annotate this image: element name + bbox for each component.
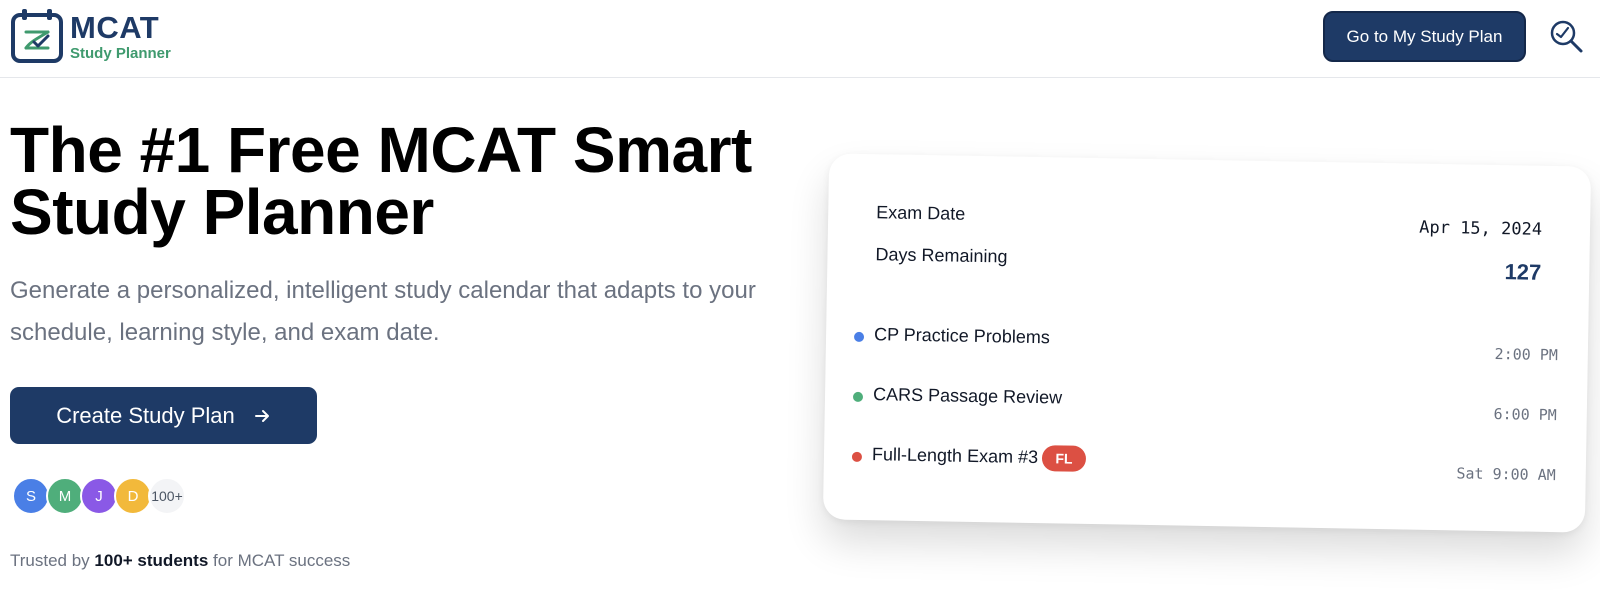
session-title: CP Practice Problems bbox=[873, 324, 1050, 348]
magnifier-icon[interactable] bbox=[1548, 18, 1584, 54]
session-title: CARS Passage Review bbox=[872, 384, 1063, 408]
go-to-study-plan-button[interactable]: Go to My Study Plan bbox=[1323, 11, 1526, 62]
calendar-check-logo-icon bbox=[10, 8, 64, 64]
days-remaining-label: Days Remaining bbox=[875, 244, 1008, 267]
logo-subtitle: Study Planner bbox=[70, 44, 171, 62]
avatar: M bbox=[46, 477, 84, 515]
full-length-badge: FL bbox=[1041, 445, 1087, 472]
hero-title: The #1 Free MCAT Smart Study Planner bbox=[10, 114, 752, 248]
exam-date-label: Exam Date bbox=[876, 202, 966, 224]
hero-subtitle: Generate a personalized, intelligent stu… bbox=[10, 277, 756, 346]
study-plan-preview-card: Exam Date Apr 15, 2024 Days Remaining 12… bbox=[822, 153, 1592, 533]
session-time: 2:00 PM bbox=[1494, 345, 1558, 365]
session-dot bbox=[853, 331, 865, 343]
trusted-prefix: Trusted by bbox=[10, 551, 90, 570]
avatar: D bbox=[114, 477, 152, 515]
days-remaining-value: 127 bbox=[1504, 259, 1542, 285]
session-time: 6:00 PM bbox=[1493, 405, 1557, 425]
trusted-suffix: for MCAT success bbox=[213, 551, 351, 570]
avatar: J bbox=[80, 477, 118, 515]
avatar: S bbox=[12, 477, 50, 515]
logo-text: MCAT Study Planner bbox=[70, 12, 171, 61]
create-study-plan-label: Create Study Plan bbox=[56, 402, 235, 428]
arrow-right-icon bbox=[254, 409, 269, 422]
trusted-by-text: Trusted by 100+ students for MCAT succes… bbox=[10, 551, 350, 571]
create-study-plan-button[interactable]: Create Study Plan bbox=[10, 387, 317, 444]
session-time: Sat 9:00 AM bbox=[1456, 464, 1556, 485]
session-dot bbox=[852, 391, 864, 403]
session-dot bbox=[851, 451, 863, 462]
exam-date-value: Apr 15, 2024 bbox=[1419, 217, 1543, 240]
session-title: Full-Length Exam #3 bbox=[871, 444, 1039, 468]
logo-title: MCAT bbox=[70, 9, 160, 45]
avatar-more-count: 100+ bbox=[148, 477, 186, 515]
logo[interactable]: MCAT Study Planner bbox=[10, 8, 171, 64]
trusted-count: 100+ students bbox=[94, 551, 209, 570]
student-avatars: S M J D 100+ bbox=[12, 477, 186, 515]
top-header: MCAT Study Planner Go to My Study Plan bbox=[0, 0, 1600, 78]
